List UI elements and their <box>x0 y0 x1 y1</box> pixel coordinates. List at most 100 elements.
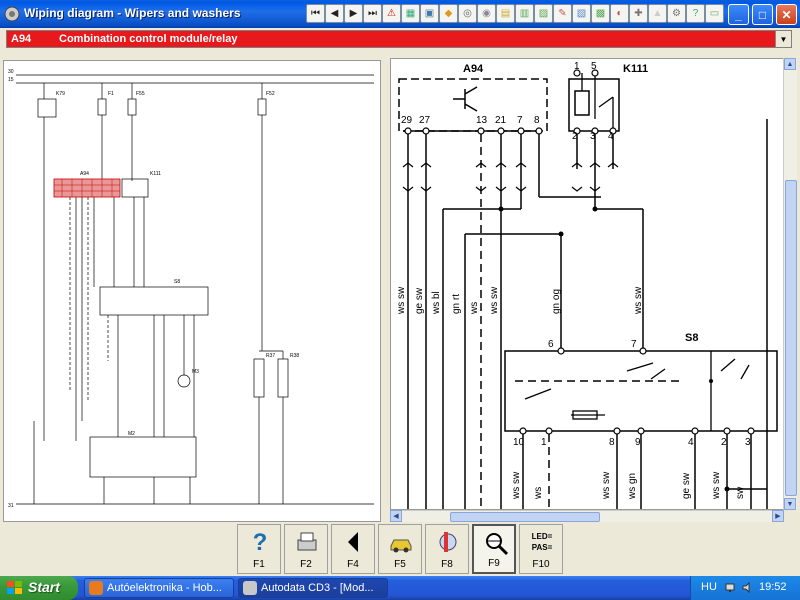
wire-color-label: ge sw <box>414 287 425 314</box>
detail-label-a94: A94 <box>463 63 484 75</box>
svg-text:?: ? <box>253 529 268 556</box>
pin-label: 3 <box>745 437 751 448</box>
component-selector[interactable]: A94 Combination control module/relay ▼ <box>6 30 792 48</box>
wire-color-label: ws sw <box>511 471 522 500</box>
language-indicator[interactable]: HU <box>701 581 717 593</box>
minimize-button[interactable]: _ <box>728 4 749 25</box>
scroll-left-icon[interactable]: ◀ <box>390 510 402 522</box>
fkey-f9-button[interactable]: F9 <box>472 524 516 574</box>
fkey-label: F10 <box>532 559 550 570</box>
scroll-right-icon[interactable]: ▶ <box>772 510 784 522</box>
pin-label: 3 <box>590 131 596 142</box>
taskbar: Start Autóelektronika - Hob... Autodata … <box>0 576 800 600</box>
schematic-detail[interactable]: A94 K111 S8 29 27 13 21 7 8 1 5 2 3 4 6 7 10 1 8 9 4 2 3 ws… <box>390 58 786 510</box>
door-icon[interactable]: ▥ <box>515 4 534 23</box>
tire-icon[interactable]: ◎ <box>458 4 477 23</box>
vertical-scroll-thumb[interactable] <box>785 180 797 496</box>
pin-label: 9 <box>635 437 641 448</box>
autodata-icon <box>243 581 257 595</box>
fkey-label: F4 <box>347 559 359 570</box>
data-icon[interactable]: ▦ <box>401 4 420 23</box>
last-page-icon[interactable]: ⏭ <box>363 4 382 23</box>
car-lift-icon[interactable]: ▲ <box>648 4 667 23</box>
label-a94: A94 <box>80 171 89 177</box>
close-button[interactable]: ✕ <box>776 4 797 25</box>
first-page-icon[interactable]: ⏮ <box>306 4 325 23</box>
pin-label: 1 <box>574 61 580 72</box>
taskbar-item-autodata[interactable]: Autodata CD3 - [Mod... <box>238 578 388 598</box>
car-icon <box>390 539 412 553</box>
warning-icon[interactable]: ⚠ <box>382 4 401 23</box>
firefox-icon <box>89 581 103 595</box>
fkey-f4-button[interactable]: F4 <box>331 524 375 574</box>
folder-icon[interactable]: ▤ <box>496 4 515 23</box>
label-f1: F1 <box>108 91 114 97</box>
detail-diagram: A94 K111 S8 29 27 13 21 7 81 52 3 46 710 1 8 9 4 2 3 ws… <box>396 61 778 509</box>
system-tray: HU 19:52 <box>690 576 800 600</box>
label-r38: R38 <box>290 353 299 359</box>
edit-icon[interactable]: ▧ <box>572 4 591 23</box>
chart-icon[interactable]: ▩ <box>591 4 610 23</box>
fkey-f10-button[interactable]: LED= PAS= F10 <box>519 524 563 574</box>
pin-label: 13 <box>476 115 488 126</box>
tacho-icon[interactable]: ◐ <box>610 4 629 23</box>
pin-label: 2 <box>572 131 578 142</box>
fkey-f5-button[interactable]: F5 <box>378 524 422 574</box>
fkey-f1-button[interactable]: ? F1 <box>237 524 281 574</box>
rail-30-label: 30 <box>8 69 14 75</box>
prev-page-icon[interactable]: ◀ <box>325 4 344 23</box>
wire-color-label: ws <box>469 302 480 315</box>
pin-label: 27 <box>419 115 431 126</box>
pin-label: 7 <box>631 339 637 350</box>
label-r37: R37 <box>266 353 275 359</box>
pin-label: 2 <box>721 437 727 448</box>
component-code: A94 <box>11 33 32 45</box>
rail-31-label: 31 <box>8 503 14 509</box>
wrench-icon[interactable]: ✚ <box>629 4 648 23</box>
image-icon[interactable]: ▣ <box>420 4 439 23</box>
fkey-label: F5 <box>394 559 406 570</box>
label-m3: M3 <box>192 369 199 375</box>
scroll-up-icon[interactable]: ▲ <box>784 58 796 70</box>
maximize-button[interactable]: □ <box>752 4 773 25</box>
volume-icon[interactable] <box>741 581 754 594</box>
dropdown-arrow-icon[interactable]: ▼ <box>775 31 791 47</box>
zoom-icon <box>486 533 509 556</box>
next-page-icon[interactable]: ▶ <box>344 4 363 23</box>
clock: 19:52 <box>759 581 787 593</box>
disc-icon[interactable]: ◉ <box>477 4 496 23</box>
vertical-scrollbar[interactable]: ▲ ▼ <box>783 58 797 510</box>
component-name: Combination control module/relay <box>59 33 238 45</box>
fkey-label: F2 <box>300 559 312 570</box>
task-label: Autodata CD3 - [Mod... <box>261 582 374 594</box>
fkey-f2-button[interactable]: F2 <box>284 524 328 574</box>
fkey-f8-button[interactable]: F8 <box>425 524 469 574</box>
label-m2: M2 <box>128 431 135 437</box>
wire-color-labels: ws sw ge sw ws bl gn rt ws ws sw gn og ws sw ws … <box>396 286 746 500</box>
wire-color-label: gn og <box>551 289 562 314</box>
car-icon[interactable]: ◆ <box>439 4 458 23</box>
svg-text:PAS=: PAS= <box>532 543 553 552</box>
start-button[interactable]: Start <box>0 576 78 600</box>
pin-labels: 29 27 13 21 7 81 52 3 46 710 1 8 9 4 2 3 <box>401 61 751 448</box>
fkey-label: F8 <box>441 559 453 570</box>
overview-diagram: 30 15 31 K79 F1 F55 F52 A94 K111 S8 M2 M… <box>8 69 374 509</box>
scroll-down-icon[interactable]: ▼ <box>784 498 796 510</box>
tools-icon[interactable]: ✎ <box>553 4 572 23</box>
wire-color-label: ws sw <box>633 286 644 315</box>
app-icon <box>4 6 20 22</box>
engine-icon[interactable]: ⚙ <box>667 4 686 23</box>
horizontal-scroll-thumb[interactable] <box>450 512 600 522</box>
network-icon[interactable] <box>725 581 738 594</box>
help-icon[interactable]: ? <box>686 4 705 23</box>
card-icon[interactable]: ▭ <box>705 4 724 23</box>
horizontal-scrollbar[interactable]: ◀ ▶ <box>390 510 784 522</box>
detail-label-s8: S8 <box>685 332 698 344</box>
pin-label: 8 <box>534 115 540 126</box>
task-label: Autóelektronika - Hob... <box>107 582 222 594</box>
print-icon[interactable]: ▨ <box>534 4 553 23</box>
taskbar-item-browser[interactable]: Autóelektronika - Hob... <box>84 578 234 598</box>
window-title: Wiping diagram - Wipers and washers <box>24 6 241 20</box>
schematic-overview[interactable]: 30 15 31 K79 F1 F55 F52 A94 K111 S8 M2 M… <box>3 60 381 522</box>
start-label: Start <box>28 579 60 595</box>
